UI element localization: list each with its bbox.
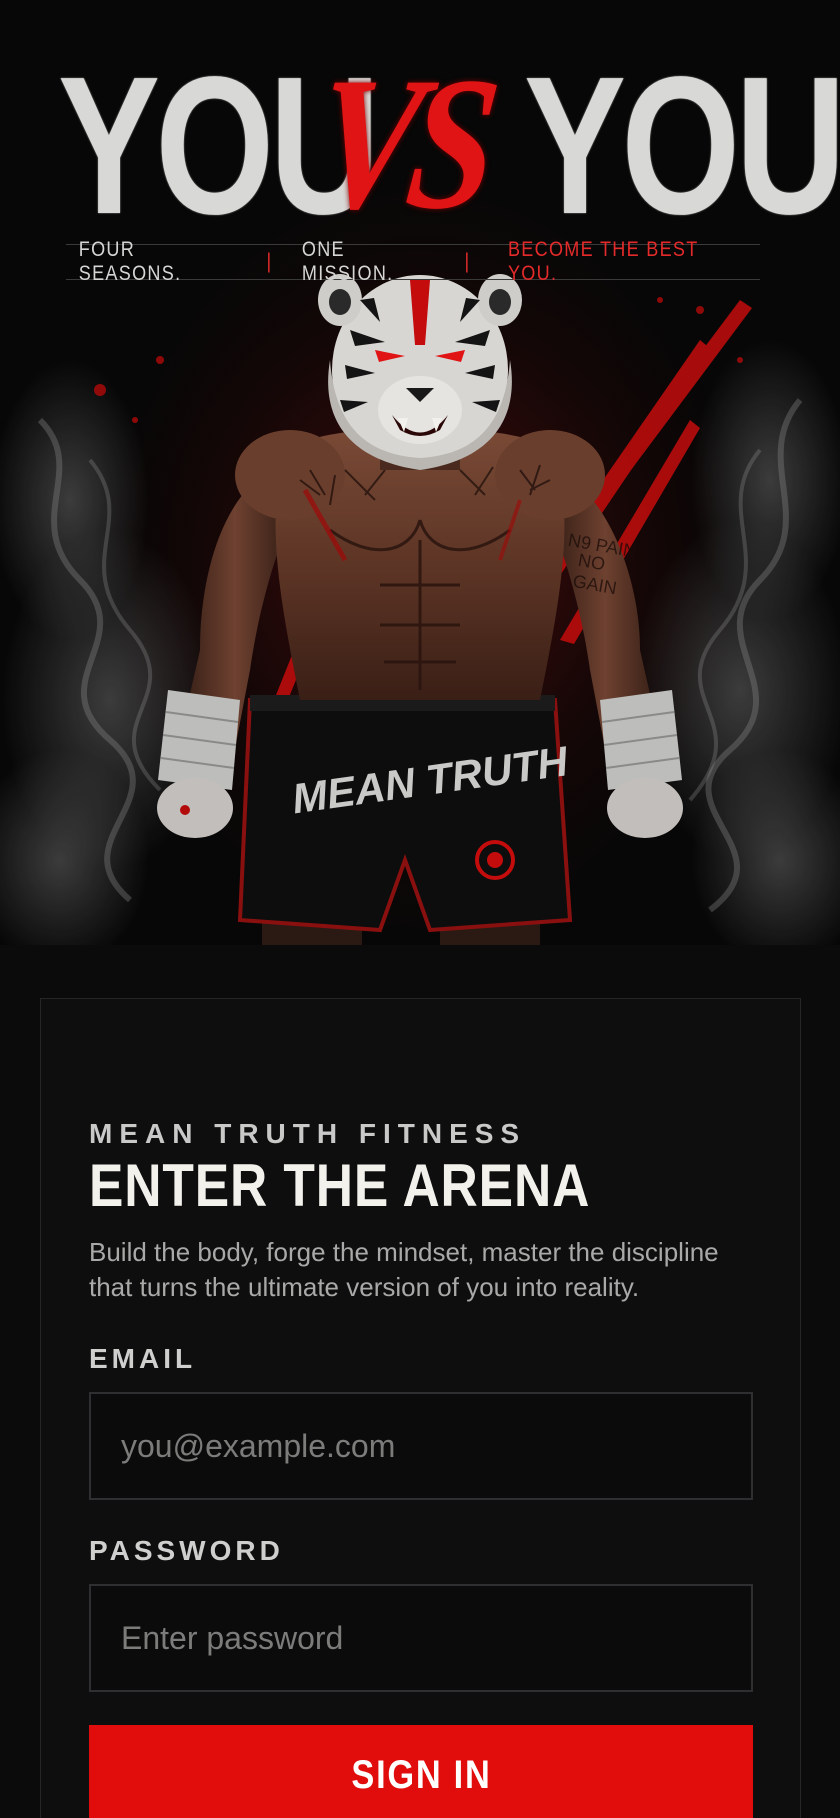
tagline-part-3: BECOME THE BEST YOU.: [508, 238, 699, 285]
sign-in-button[interactable]: SIGN IN: [89, 1725, 753, 1818]
password-label: PASSWORD: [89, 1535, 284, 1566]
headline: YOU VS YOU: [0, 36, 840, 255]
page-title: ENTER THE ARENA: [89, 1152, 591, 1219]
sign-in-button-label: SIGN IN: [350, 1752, 492, 1797]
headline-you-right: YOU: [524, 36, 840, 255]
tagline-separator-2: |: [464, 250, 471, 273]
password-field[interactable]: [89, 1584, 753, 1692]
hero-banner: MEAN TRUTH N9 PAIN NO GAIN YOU VS YOU FO…: [0, 0, 840, 945]
brand-label: MEAN TRUTH FITNESS: [89, 1118, 527, 1149]
page-description: Build the body, forge the mindset, maste…: [89, 1237, 719, 1302]
email-field[interactable]: [89, 1392, 753, 1500]
signin-section: MEAN TRUTH FITNESS ENTER THE ARENA Build…: [0, 945, 840, 1818]
signin-card: MEAN TRUTH FITNESS ENTER THE ARENA Build…: [40, 998, 801, 1818]
headline-vs: VS: [305, 39, 498, 249]
tagline-part-2: ONE MISSION.: [301, 238, 394, 285]
login-page: MEAN TRUTH N9 PAIN NO GAIN YOU VS YOU FO…: [0, 0, 840, 1818]
tagline: FOUR SEASONS. | ONE MISSION. | BECOME TH…: [66, 238, 760, 285]
email-label: EMAIL: [89, 1343, 197, 1374]
tagline-separator-1: |: [266, 250, 273, 273]
tagline-part-1: FOUR SEASONS.: [78, 238, 182, 285]
